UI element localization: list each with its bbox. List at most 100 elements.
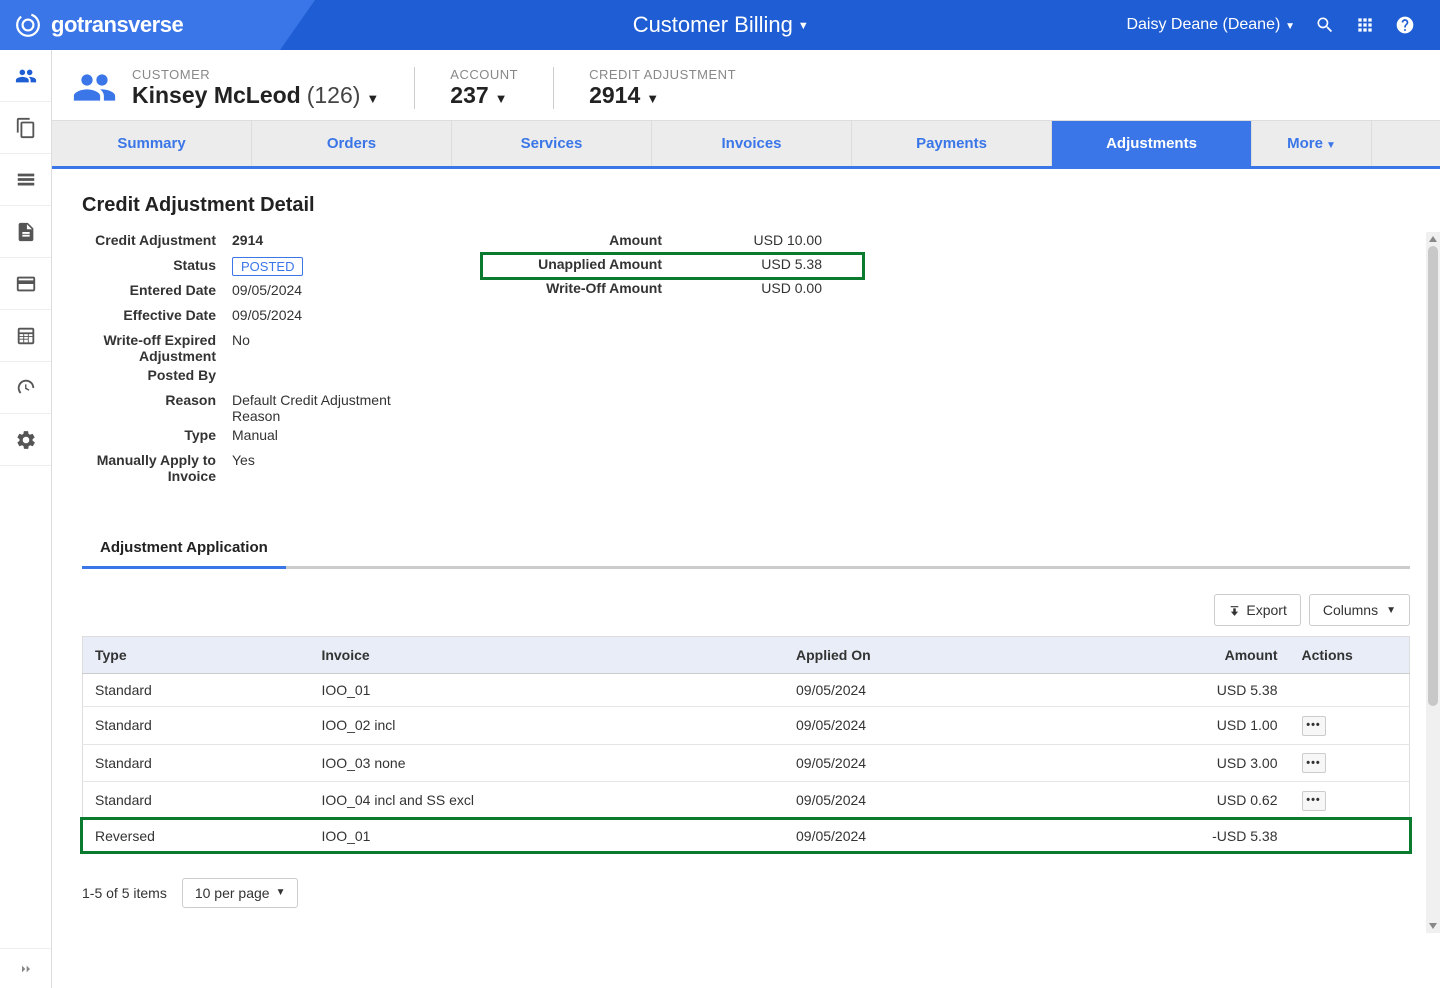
- detail-row: Write-off Expired AdjustmentNo: [92, 332, 432, 364]
- scrollbar[interactable]: [1426, 232, 1440, 933]
- col-invoice[interactable]: Invoice: [309, 637, 784, 674]
- caret-down-icon: ▼: [366, 91, 379, 106]
- tab-adjustments[interactable]: Adjustments: [1052, 121, 1252, 166]
- detail-row: TypeManual: [92, 427, 432, 449]
- col-type[interactable]: Type: [83, 637, 310, 674]
- sidebar-dashboard-icon[interactable]: [0, 362, 51, 414]
- scroll-down-icon[interactable]: [1428, 921, 1438, 931]
- cell-applied_on: 09/05/2024: [784, 674, 1049, 707]
- scroll-thumb[interactable]: [1428, 246, 1438, 706]
- amount-label: Write-Off Amount: [502, 280, 672, 301]
- help-icon[interactable]: [1395, 15, 1415, 35]
- amount-label: Amount: [502, 232, 672, 253]
- amount-value: USD 10.00: [672, 232, 822, 253]
- amount-value: USD 5.38: [672, 256, 822, 277]
- table-row: StandardIOO_02 incl09/05/2024USD 1.00•••: [83, 707, 1410, 745]
- col-applied-on[interactable]: Applied On: [784, 637, 1049, 674]
- breadcrumb-account-label: ACCOUNT: [450, 67, 518, 82]
- detail-label: Reason: [92, 392, 232, 408]
- cell-type: Standard: [83, 782, 310, 820]
- user-menu[interactable]: Daisy Deane (Deane) ▼: [1126, 16, 1295, 34]
- columns-button[interactable]: Columns▼: [1309, 594, 1410, 626]
- breadcrumb-customer-label: CUSTOMER: [132, 67, 379, 82]
- cell-amount: USD 3.00: [1049, 744, 1289, 782]
- customer-group-icon: [72, 65, 117, 110]
- detail-value: Manual: [232, 427, 278, 443]
- export-button[interactable]: Export: [1214, 594, 1300, 626]
- divider: [414, 67, 415, 109]
- cell-amount: USD 1.00: [1049, 707, 1289, 745]
- per-page-select[interactable]: 10 per page▼: [182, 878, 299, 908]
- detail-value: 09/05/2024: [232, 282, 302, 298]
- adjustment-application-table: Type Invoice Applied On Amount Actions S…: [82, 636, 1410, 853]
- cell-invoice: IOO_04 incl and SS excl: [309, 782, 784, 820]
- detail-row: Posted By: [92, 367, 432, 389]
- sidebar-settings-icon[interactable]: [0, 414, 51, 466]
- brand-area[interactable]: gotransverse: [0, 0, 280, 50]
- breadcrumb-adjustment-value[interactable]: 2914 ▼: [589, 82, 736, 109]
- sidebar-card-icon[interactable]: [0, 258, 51, 310]
- sidebar-copy-icon[interactable]: [0, 102, 51, 154]
- cell-invoice: IOO_02 incl: [309, 707, 784, 745]
- table-wrap: Type Invoice Applied On Amount Actions S…: [82, 636, 1410, 853]
- caret-down-icon: ▼: [1386, 605, 1396, 616]
- cell-amount: -USD 5.38: [1049, 819, 1289, 852]
- cell-invoice: IOO_01: [309, 819, 784, 852]
- app-title-dropdown[interactable]: Customer Billing ▼: [280, 12, 1101, 38]
- row-actions-button[interactable]: •••: [1302, 716, 1326, 736]
- cell-actions: •••: [1290, 707, 1410, 745]
- download-icon: [1228, 604, 1241, 617]
- status-badge: POSTED: [232, 257, 303, 276]
- caret-down-icon: ▼: [798, 20, 809, 32]
- detail-right-col: AmountUSD 10.00 Unapplied AmountUSD 5.38 W…: [502, 232, 822, 484]
- sidebar-customers-icon[interactable]: [0, 50, 51, 102]
- sub-tab-adjustment-application[interactable]: Adjustment Application: [82, 529, 286, 569]
- breadcrumb-customer: CUSTOMER Kinsey McLeod (126) ▼: [72, 65, 379, 110]
- cell-type: Reversed: [83, 819, 310, 852]
- tab-orders[interactable]: Orders: [252, 121, 452, 166]
- detail-value: 09/05/2024: [232, 307, 302, 323]
- scroll-up-icon[interactable]: [1428, 234, 1438, 244]
- tab-payments[interactable]: Payments: [852, 121, 1052, 166]
- tab-invoices[interactable]: Invoices: [652, 121, 852, 166]
- tab-more[interactable]: More▼: [1252, 121, 1372, 166]
- breadcrumb-account-value[interactable]: 237 ▼: [450, 82, 518, 109]
- amount-row: Unapplied AmountUSD 5.38: [502, 256, 822, 277]
- detail-label: Posted By: [92, 367, 232, 383]
- breadcrumb-customer-value[interactable]: Kinsey McLeod (126) ▼: [132, 82, 379, 109]
- user-name: Daisy Deane (Deane): [1126, 16, 1280, 33]
- tab-summary[interactable]: Summary: [52, 121, 252, 166]
- search-icon[interactable]: [1315, 15, 1335, 35]
- sidebar-document-icon[interactable]: [0, 206, 51, 258]
- left-sidebar: [0, 50, 52, 988]
- detail-row: Effective Date09/05/2024: [92, 307, 432, 329]
- detail-value: POSTED: [232, 257, 303, 276]
- sidebar-calculator-icon[interactable]: [0, 310, 51, 362]
- table-toolbar: Export Columns▼: [82, 594, 1410, 626]
- table-row: StandardIOO_04 incl and SS excl09/05/202…: [83, 782, 1410, 820]
- sidebar-stack-icon[interactable]: [0, 154, 51, 206]
- caret-down-icon: ▼: [495, 91, 508, 106]
- detail-label: Type: [92, 427, 232, 443]
- cell-type: Standard: [83, 674, 310, 707]
- table-row: StandardIOO_03 none09/05/2024USD 3.00•••: [83, 744, 1410, 782]
- amount-row: AmountUSD 10.00: [502, 232, 822, 253]
- breadcrumb-bar: CUSTOMER Kinsey McLeod (126) ▼ ACCOUNT 2…: [52, 50, 1440, 120]
- col-amount[interactable]: Amount: [1049, 637, 1289, 674]
- detail-value: Yes: [232, 452, 255, 468]
- row-actions-button[interactable]: •••: [1302, 753, 1326, 773]
- detail-value: 2914: [232, 232, 263, 248]
- row-actions-button[interactable]: •••: [1302, 791, 1326, 811]
- app-title: Customer Billing: [633, 12, 793, 37]
- cell-type: Standard: [83, 744, 310, 782]
- main: CUSTOMER Kinsey McLeod (126) ▼ ACCOUNT 2…: [52, 50, 1440, 933]
- sidebar-expand-toggle[interactable]: [0, 948, 51, 988]
- detail-row: Entered Date09/05/2024: [92, 282, 432, 304]
- detail-row: Credit Adjustment2914: [92, 232, 432, 254]
- caret-down-icon: ▼: [276, 887, 286, 898]
- detail-label: Effective Date: [92, 307, 232, 323]
- apps-grid-icon[interactable]: [1355, 15, 1375, 35]
- amount-row: Write-Off AmountUSD 0.00: [502, 280, 822, 301]
- detail-value: No: [232, 332, 250, 348]
- tab-services[interactable]: Services: [452, 121, 652, 166]
